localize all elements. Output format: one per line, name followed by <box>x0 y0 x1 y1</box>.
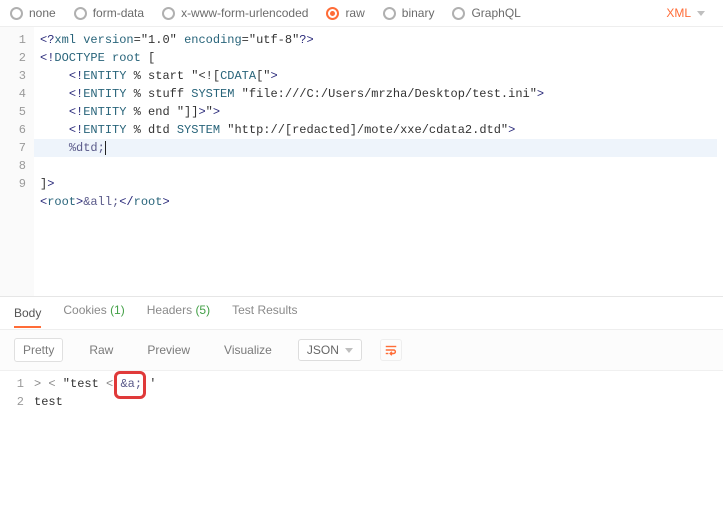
body-type-row: none form-data x-www-form-urlencoded raw… <box>0 0 723 27</box>
view-pretty-button[interactable]: Pretty <box>14 338 63 362</box>
response-format-label: JSON <box>307 343 339 357</box>
response-editor[interactable]: 12 > < "test < &a; 'test <box>0 371 723 513</box>
tab-label: Body <box>14 306 41 320</box>
radio-icon <box>452 7 465 20</box>
radio-icon <box>74 7 87 20</box>
wrap-lines-button[interactable] <box>380 339 402 361</box>
tab-count: (1) <box>110 303 125 317</box>
view-preview-button[interactable]: Preview <box>139 339 198 361</box>
view-visualize-button[interactable]: Visualize <box>216 339 280 361</box>
wrap-icon <box>384 343 398 357</box>
body-type-label: binary <box>402 6 435 20</box>
radio-icon <box>10 7 23 20</box>
editor-gutter: 123456789 <box>0 27 34 296</box>
body-type-label: x-www-form-urlencoded <box>181 6 308 20</box>
tab-label: Headers <box>147 303 192 317</box>
body-type-form-data[interactable]: form-data <box>74 6 144 20</box>
response-gutter: 12 <box>0 375 34 513</box>
tab-headers[interactable]: Headers (5) <box>147 303 210 323</box>
tab-label: Cookies <box>63 303 106 317</box>
body-type-raw[interactable]: raw <box>326 6 364 20</box>
tab-cookies[interactable]: Cookies (1) <box>63 303 124 323</box>
radio-icon <box>162 7 175 20</box>
response-toolbar: Pretty Raw Preview Visualize JSON <box>0 330 723 371</box>
tab-test-results[interactable]: Test Results <box>232 303 297 323</box>
raw-format-select[interactable]: XML <box>666 6 705 20</box>
response-tabs: Body Cookies (1) Headers (5) Test Result… <box>0 297 723 330</box>
body-type-graphql[interactable]: GraphQL <box>452 6 520 20</box>
body-type-label: none <box>29 6 56 20</box>
tab-label: Test Results <box>232 303 297 317</box>
body-type-binary[interactable]: binary <box>383 6 435 20</box>
radio-icon <box>326 7 339 20</box>
tab-body[interactable]: Body <box>14 306 41 328</box>
body-type-urlencoded[interactable]: x-www-form-urlencoded <box>162 6 308 20</box>
chevron-down-icon <box>345 348 353 353</box>
tab-count: (5) <box>195 303 210 317</box>
view-raw-button[interactable]: Raw <box>81 339 121 361</box>
radio-icon <box>383 7 396 20</box>
raw-format-label: XML <box>666 6 691 20</box>
response-format-select[interactable]: JSON <box>298 339 362 361</box>
request-editor[interactable]: 123456789 <?xml version="1.0" encoding="… <box>0 27 723 297</box>
body-type-label: raw <box>345 6 364 20</box>
body-type-label: GraphQL <box>471 6 520 20</box>
body-type-label: form-data <box>93 6 144 20</box>
chevron-down-icon <box>697 11 705 16</box>
editor-code[interactable]: <?xml version="1.0" encoding="utf-8"?> <… <box>34 27 723 296</box>
body-type-none[interactable]: none <box>10 6 56 20</box>
response-code[interactable]: > < "test < &a; 'test <box>34 375 156 513</box>
